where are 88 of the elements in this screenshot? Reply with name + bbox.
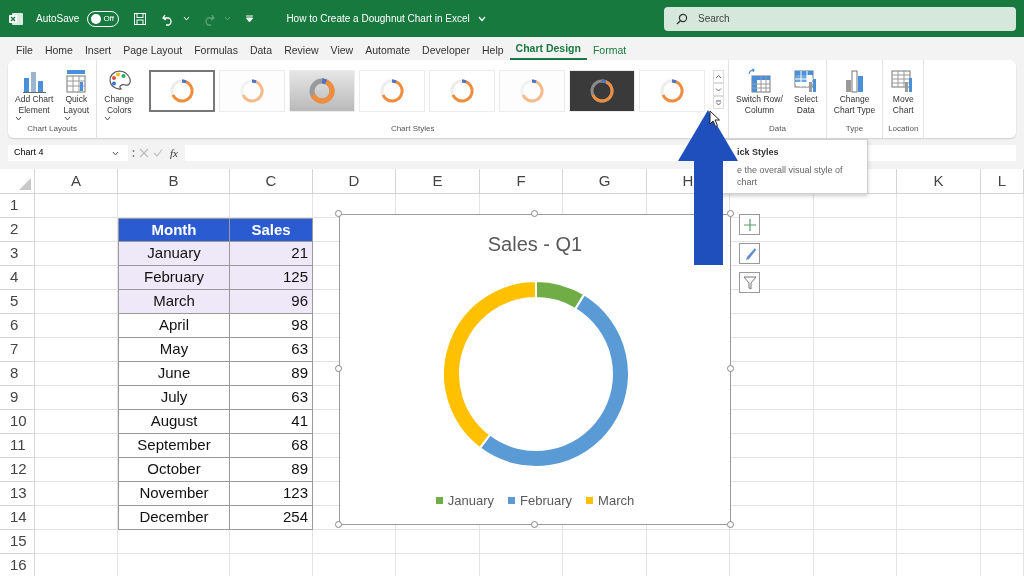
row-number[interactable]: 10 (0, 410, 35, 434)
column-letter[interactable]: F (480, 169, 563, 194)
column-letter[interactable]: K (897, 169, 981, 194)
ribbon-tab[interactable]: File (10, 40, 39, 60)
ribbon-tab[interactable]: Data (243, 40, 279, 60)
table-cell: April (118, 314, 230, 338)
legend-label: March (598, 492, 635, 510)
search-input[interactable]: Search (696, 10, 896, 27)
table-cell: July (118, 386, 230, 410)
row-number[interactable]: 8 (0, 362, 35, 386)
ribbon-tab[interactable]: Automate (359, 40, 417, 60)
ribbon-button[interactable]: Switch Row/ Column (733, 66, 786, 118)
row-number[interactable]: 7 (0, 338, 35, 362)
table-cell: 89 (230, 362, 313, 386)
table-cell: November (118, 482, 230, 506)
legend-label: February (520, 492, 573, 510)
ribbon-tab[interactable]: Page Layout (117, 40, 189, 60)
ribbon-tab[interactable]: Formulas (188, 40, 244, 60)
table-cell: 63 (230, 338, 313, 362)
name-box-input[interactable]: Chart 4 (12, 145, 112, 161)
group-label: Chart Styles (390, 123, 435, 135)
autosave-label: AutoSave (36, 12, 80, 26)
ribbon-tab[interactable]: View (324, 40, 360, 60)
table-cell: January (118, 242, 230, 266)
table-cell: February (118, 266, 230, 290)
ribbon-tab[interactable]: Review (278, 40, 325, 60)
ribbon-button[interactable]: Quick Layout (60, 66, 93, 123)
row-number[interactable]: 6 (0, 314, 35, 338)
table-cell: March (118, 290, 230, 314)
table-cell: June (118, 362, 230, 386)
ribbon-tab[interactable]: Help (475, 40, 510, 60)
ribbon-button[interactable]: Add Chart Element (12, 66, 57, 123)
ribbon-button[interactable]: Change Chart Type (830, 66, 879, 118)
row-number[interactable]: 1 (0, 194, 35, 218)
table-cell: September (118, 434, 230, 458)
table-cell: 98 (230, 314, 313, 338)
insert-function-button[interactable]: fx (167, 144, 181, 162)
table-cell: 125 (230, 266, 313, 290)
tooltip-text: e the overall visual style of chart (737, 163, 844, 188)
column-letter[interactable]: B (118, 169, 230, 194)
column-letter[interactable]: D (313, 169, 396, 194)
row-number[interactable]: 3 (0, 242, 35, 266)
table-cell: 63 (230, 386, 313, 410)
row-number[interactable]: 13 (0, 482, 35, 506)
table-cell: December (118, 506, 230, 530)
legend-label: January (447, 492, 495, 510)
row-number[interactable]: 4 (0, 266, 35, 290)
name-box[interactable]: Chart 4 (8, 145, 128, 161)
row-number[interactable]: 2 (0, 218, 35, 242)
group-label: Data (769, 123, 786, 135)
table-cell: May (118, 338, 230, 362)
table-cell: 41 (230, 410, 313, 434)
tooltip-title: ick Styles (737, 146, 780, 159)
row-number[interactable]: 15 (0, 530, 35, 554)
table-cell: 96 (230, 290, 313, 314)
document-title[interactable]: How to Create a Doughnut Chart in Excel (286, 11, 470, 26)
column-letter[interactable]: E (396, 169, 480, 194)
ribbon-tab[interactable]: Insert (78, 40, 118, 60)
chart-frame[interactable]: Sales - Q1 January February March (339, 214, 731, 525)
table-cell: August (118, 410, 230, 434)
table-cell: 89 (230, 458, 313, 482)
group-label: Type (845, 123, 864, 135)
ribbon-button[interactable]: Change Colors (101, 66, 138, 123)
chart-title: Sales - Q1 (486, 232, 584, 257)
group-label: Location (888, 123, 919, 135)
table-cell: 254 (230, 506, 313, 530)
group-label: Chart Layouts (27, 123, 78, 135)
column-letter[interactable]: L (981, 169, 1024, 194)
table-header: Month (118, 218, 230, 242)
row-number[interactable]: 9 (0, 386, 35, 410)
ribbon-button[interactable]: Select Data (789, 66, 822, 118)
ribbon-button[interactable]: Move Chart (887, 66, 920, 118)
ribbon-tab[interactable]: Home (38, 40, 79, 60)
column-letter[interactable]: C (230, 169, 313, 194)
column-letter[interactable]: G (563, 169, 647, 194)
table-cell: October (118, 458, 230, 482)
row-number[interactable]: 5 (0, 290, 35, 314)
search-box[interactable]: Search (664, 6, 1016, 31)
table-header: Sales (230, 218, 313, 242)
table-cell: 68 (230, 434, 313, 458)
ribbon-tab[interactable]: Format (586, 40, 633, 60)
row-number[interactable]: 11 (0, 434, 35, 458)
column-letter[interactable]: A (35, 169, 118, 194)
row-number[interactable]: 14 (0, 506, 35, 530)
row-number[interactable]: 12 (0, 458, 35, 482)
table-cell: 123 (230, 482, 313, 506)
ribbon-tab[interactable]: Developer (416, 40, 476, 60)
table-cell: 21 (230, 242, 313, 266)
